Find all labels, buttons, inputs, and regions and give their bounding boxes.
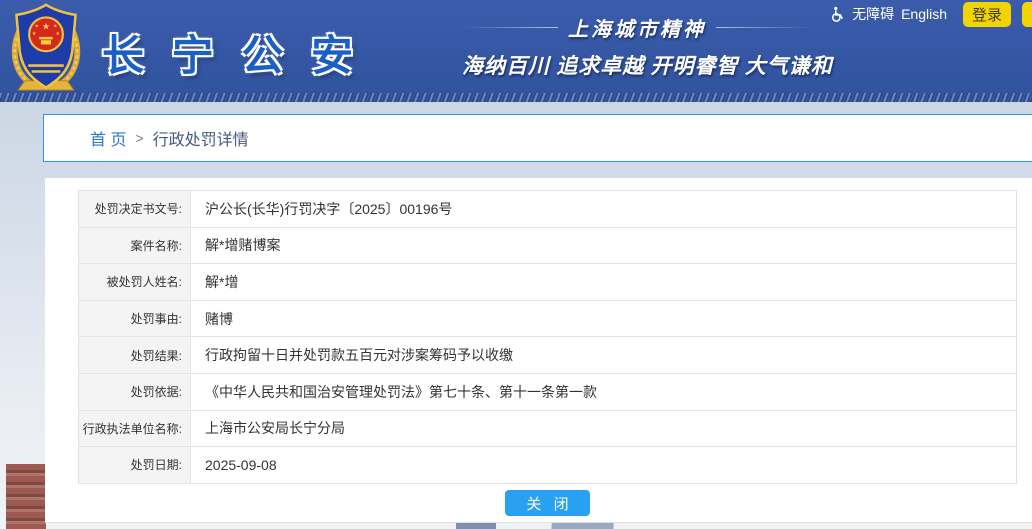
svg-text:★: ★ <box>53 24 58 30</box>
register-button-partial[interactable] <box>1022 2 1032 27</box>
row-label: 案件名称: <box>79 228 191 264</box>
breadcrumb: 首 页 > 行政处罚详情 <box>43 114 1032 162</box>
breadcrumb-current-page: 行政处罚详情 <box>153 126 249 150</box>
row-label: 行政执法单位名称: <box>79 411 191 447</box>
breadcrumb-separator: > <box>135 130 143 146</box>
row-label: 被处罚人姓名: <box>79 264 191 300</box>
wheelchair-accessibility-icon <box>830 6 845 22</box>
table-row: 案件名称: 解*增赌博案 <box>79 228 1016 265</box>
topbar-utility-links: 无障碍 English <box>830 4 947 24</box>
penalty-detail-panel: 处罚决定书文号: 沪公长(长华)行罚决字〔2025〕00196号 案件名称: 解… <box>45 178 1032 523</box>
spirit-title: 上海城市精神 <box>568 13 706 42</box>
row-value: 赌博 <box>191 301 1016 337</box>
row-label: 处罚决定书文号: <box>79 191 191 227</box>
header-chain-pattern <box>0 93 1032 102</box>
decorative-line <box>462 27 558 28</box>
decorative-line <box>716 27 812 28</box>
login-button[interactable]: 登录 <box>963 2 1011 27</box>
police-badge-logo[interactable]: ★ ★ ★ ★ ★ <box>8 3 84 91</box>
table-row: 被处罚人姓名: 解*增 <box>79 264 1016 301</box>
svg-text:★: ★ <box>32 31 37 37</box>
close-button[interactable]: 关 闭 <box>505 490 590 516</box>
table-row: 处罚依据: 《中华人民共和国治安管理处罚法》第七十条、第十一条第一款 <box>79 374 1016 411</box>
row-value: 上海市公安局长宁分局 <box>191 411 1016 447</box>
site-header: ★ ★ ★ ★ ★ 长 宁 公 安 上海城市精神 海纳百川 追求卓越 开明睿智 … <box>0 0 1032 93</box>
row-label: 处罚事由: <box>79 301 191 337</box>
spirit-motto: 海纳百川 追求卓越 开明睿智 大气谦和 <box>462 50 812 80</box>
row-label: 处罚结果: <box>79 337 191 373</box>
row-value: 《中华人民共和国治安管理处罚法》第七十条、第十一条第一款 <box>191 374 1016 410</box>
table-row: 处罚决定书文号: 沪公长(长华)行罚决字〔2025〕00196号 <box>79 191 1016 228</box>
table-row: 处罚结果: 行政拘留十日并处罚款五百元对涉案筹码予以收缴 <box>79 337 1016 374</box>
row-value: 行政拘留十日并处罚款五百元对涉案筹码予以收缴 <box>191 337 1016 373</box>
table-row: 处罚事由: 赌博 <box>79 301 1016 338</box>
city-spirit-slogan: 上海城市精神 海纳百川 追求卓越 开明睿智 大气谦和 <box>462 13 812 80</box>
svg-text:★: ★ <box>56 31 61 37</box>
row-value: 解*增赌博案 <box>191 228 1016 264</box>
svg-text:★: ★ <box>34 24 39 30</box>
english-link[interactable]: English <box>901 6 947 22</box>
site-title: 长 宁 公 安 <box>102 22 361 83</box>
row-value: 解*增 <box>191 264 1016 300</box>
row-value: 沪公长(长华)行罚决字〔2025〕00196号 <box>191 191 1016 227</box>
svg-text:★: ★ <box>42 21 50 31</box>
penalty-table: 处罚决定书文号: 沪公长(长华)行罚决字〔2025〕00196号 案件名称: 解… <box>78 190 1017 484</box>
page: ★ ★ ★ ★ ★ 长 宁 公 安 上海城市精神 海纳百川 追求卓越 开明睿智 … <box>0 0 1032 529</box>
row-label: 处罚日期: <box>79 447 191 483</box>
breadcrumb-home-link[interactable]: 首 页 <box>90 126 126 150</box>
background-building <box>6 464 46 529</box>
row-label: 处罚依据: <box>79 374 191 410</box>
row-value: 2025-09-08 <box>191 447 1016 483</box>
table-row: 处罚日期: 2025-09-08 <box>79 447 1016 484</box>
table-row: 行政执法单位名称: 上海市公安局长宁分局 <box>79 411 1016 448</box>
accessibility-link[interactable]: 无障碍 <box>852 4 894 24</box>
